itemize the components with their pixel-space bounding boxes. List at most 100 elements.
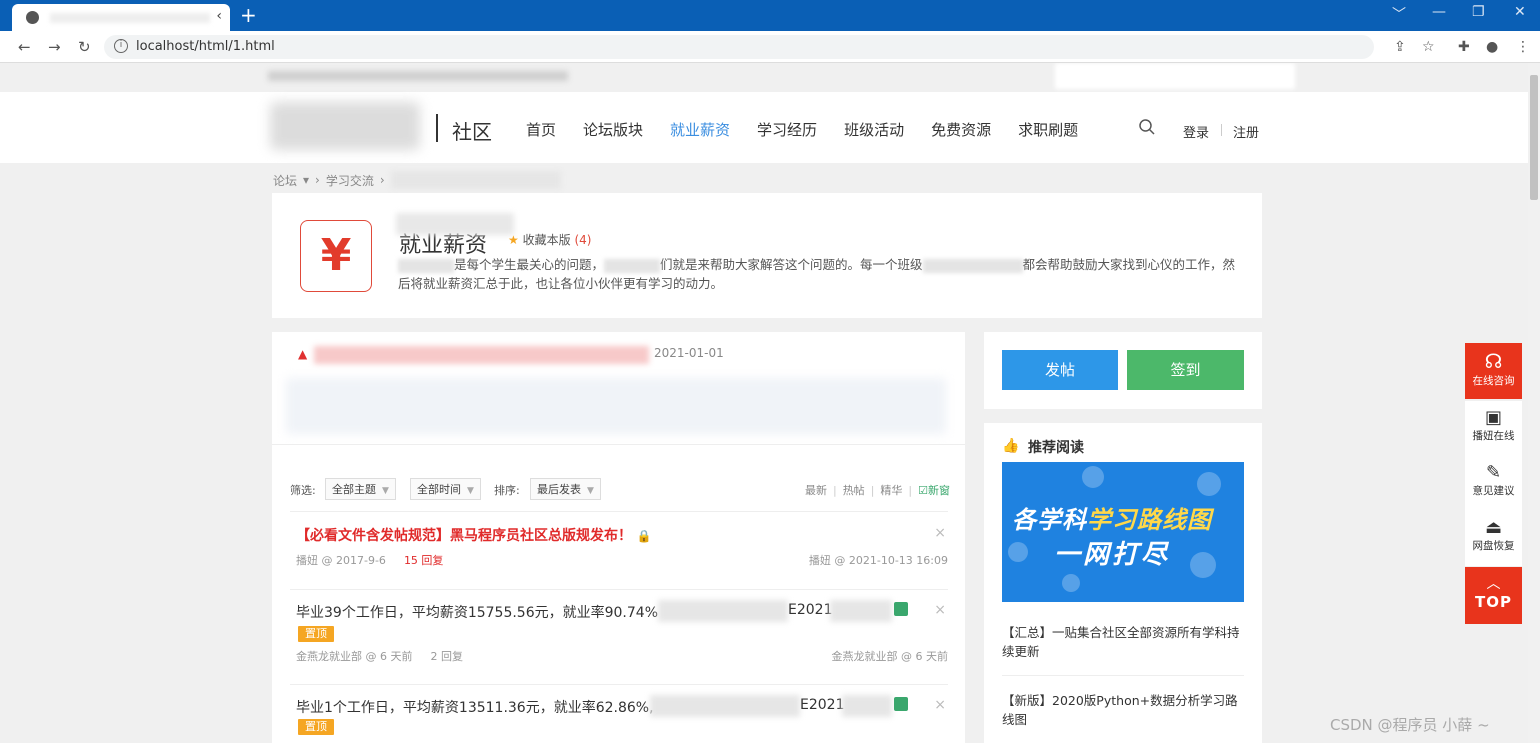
thread-last-post: 播妞 @ 2021-10-13 16:09: [808, 554, 948, 567]
notice-bar[interactable]: ▲ 2021-01-01: [298, 346, 958, 364]
desc-blurred: [922, 258, 1023, 273]
tab-title-blurred: [50, 13, 210, 23]
close-icon[interactable]: ×: [934, 525, 946, 541]
feedback-button[interactable]: ✎ 意见建议: [1465, 456, 1522, 511]
close-window-icon[interactable]: ✕: [1514, 4, 1526, 20]
back-to-top-button[interactable]: ︿ TOP: [1465, 567, 1522, 624]
thread-title-blurred: [650, 695, 800, 717]
nav-job-practice[interactable]: 求职刷题: [1018, 119, 1078, 140]
learning-roadmap-banner[interactable]: 各学科学习路线图 一网打尽: [1002, 462, 1244, 602]
minimize-icon[interactable]: —: [1432, 4, 1446, 20]
close-icon[interactable]: ×: [934, 602, 946, 618]
desc-part: 是每个学生最关心的问题，: [454, 257, 605, 272]
sort-digest[interactable]: 精华: [880, 484, 902, 497]
login-divider: [1221, 124, 1222, 136]
tab-search-icon[interactable]: ﹀: [1392, 4, 1406, 24]
desc-blurred: [398, 258, 454, 273]
search-icon[interactable]: [1138, 118, 1156, 136]
scrollbar-thumb[interactable]: [1530, 75, 1538, 200]
thread-row[interactable]: 毕业1个工作日，平均薪资13511.36元，就业率62.86%, E2021 ×…: [290, 695, 948, 743]
post-button[interactable]: 发帖: [1002, 350, 1118, 390]
notice-text-blurred: [314, 346, 649, 364]
logo-divider: [436, 114, 438, 142]
menu-icon[interactable]: ⋮: [1516, 39, 1530, 55]
tab-close-icon[interactable]: ‹: [216, 8, 222, 24]
time-select[interactable]: 全部时间 ▼: [410, 478, 481, 500]
recommended-item[interactable]: 【汇总】一贴集合社区全部资源所有学科持续更新: [1002, 623, 1244, 661]
sort-label: 排序:: [494, 484, 520, 497]
browser-tab[interactable]: ‹: [12, 4, 230, 31]
sign-in-button[interactable]: 签到: [1127, 350, 1244, 390]
thread-row[interactable]: 毕业39个工作日，平均薪资15755.56元，就业率90.74% E2021 ×…: [290, 600, 948, 685]
notice-date: 2021-01-01: [654, 346, 724, 360]
breadcrumb: 论坛 ▾ › 学习交流 ›: [273, 171, 561, 189]
feedback-label: 意见建议: [1472, 485, 1515, 497]
browser-tabstrip: ‹ + ﹀ — ❐ ✕: [0, 0, 1540, 31]
breadcrumb-forum[interactable]: 论坛: [273, 172, 297, 189]
breadcrumb-current-blurred: [390, 171, 561, 189]
bonian-online-label: 播妞在线: [1472, 430, 1515, 442]
breadcrumb-study[interactable]: 学习交流: [326, 172, 374, 189]
nav-forum-sections[interactable]: 论坛版块: [583, 119, 643, 140]
url-field[interactable]: i localhost/html/1.html: [104, 35, 1374, 59]
nav-learning-experience[interactable]: 学习经历: [757, 119, 817, 140]
close-icon[interactable]: ×: [934, 697, 946, 713]
back-icon[interactable]: ←: [18, 38, 31, 56]
favorite-forum[interactable]: ★ 收藏本版 (4): [508, 231, 591, 248]
online-consult-label: 在线咨询: [1472, 375, 1515, 387]
sort-newest[interactable]: 最新: [805, 484, 827, 497]
forward-icon[interactable]: →: [48, 38, 61, 56]
thread-title-blurred: [830, 600, 892, 622]
maximize-icon[interactable]: ❐: [1472, 4, 1485, 20]
register-link[interactable]: 注册: [1233, 122, 1259, 141]
decor-circle: [1008, 542, 1028, 562]
favorite-count: (4): [574, 233, 592, 247]
new-tab-button[interactable]: +: [240, 3, 257, 27]
theme-select[interactable]: 全部主题 ▼: [325, 478, 396, 500]
recommended-title: 推荐阅读: [1028, 440, 1084, 456]
netdisk-recover-button[interactable]: ⏏ 网盘恢复: [1465, 511, 1522, 566]
online-consult-button[interactable]: ☊ 在线咨询: [1465, 343, 1522, 399]
top-bar: [0, 63, 1528, 92]
profile-icon[interactable]: ●: [1486, 39, 1498, 55]
thread-title-blurred: [658, 600, 788, 622]
lock-icon: 🔒: [636, 529, 652, 543]
reload-icon[interactable]: ↻: [78, 38, 91, 56]
recommended-item[interactable]: 【新版】2020版Python+数据分析学习路线图: [1002, 691, 1244, 729]
action-panel: 发帖 签到: [984, 332, 1262, 409]
thread-row[interactable]: 【必看文件含发帖规范】黑马程序员社区总版规发布！ 🔒 × 播妞 @ 2017-9…: [290, 525, 948, 590]
thread-title[interactable]: 毕业39个工作日，平均薪资15755.56元，就业率90.74%: [296, 602, 658, 622]
nav-class-activities[interactable]: 班级活动: [844, 119, 904, 140]
divider: [272, 444, 965, 445]
sort-hot[interactable]: 热帖: [843, 484, 865, 497]
login-link[interactable]: 登录: [1183, 122, 1209, 141]
thread-title-text: 【必看文件含发帖规范】黑马程序员社区总版规发布！: [296, 528, 632, 544]
nav-home[interactable]: 首页: [526, 119, 556, 140]
site-header: 社区 首页 论坛版块 就业薪资 学习经历 班级活动 免费资源 求职刷题 登录 注…: [0, 92, 1528, 163]
thread-meta: 播妞 @ 2017-9-6 15 回复: [296, 552, 443, 568]
thread-title[interactable]: 毕业1个工作日，平均薪资13511.36元，就业率62.86%,: [296, 697, 654, 717]
info-icon[interactable]: i: [114, 39, 128, 53]
new-window-toggle[interactable]: 新窗: [928, 484, 950, 497]
share-icon[interactable]: ⇪: [1394, 39, 1406, 55]
nav-free-resources[interactable]: 免费资源: [931, 119, 991, 140]
address-bar: ← → ↻ i localhost/html/1.html ⇪ ☆ ✚ ● ⋮: [0, 31, 1540, 63]
top-bar-blurred-right: [1055, 63, 1295, 89]
logo[interactable]: [270, 102, 420, 150]
nav-employment-salary[interactable]: 就业薪资: [670, 119, 730, 140]
thread-title[interactable]: 【必看文件含发帖规范】黑马程序员社区总版规发布！ 🔒: [296, 525, 652, 545]
bookmark-star-icon[interactable]: ☆: [1422, 39, 1435, 55]
breadcrumb-separator-icon: ›: [315, 173, 320, 187]
yen-icon: ¥: [300, 220, 372, 292]
chevron-up-icon: ︿: [1486, 576, 1501, 592]
sort-select[interactable]: 最后发表 ▼: [530, 478, 601, 500]
headset-icon: ☊: [1484, 349, 1503, 373]
scrollbar[interactable]: [1528, 63, 1540, 743]
category-tags-blurred: [286, 378, 946, 434]
checkbox-icon[interactable]: ☑: [918, 484, 928, 497]
dropdown-arrow-icon[interactable]: ▾: [303, 173, 309, 187]
netdisk-recover-label: 网盘恢复: [1472, 540, 1515, 552]
bonian-online-button[interactable]: ▣ 播妞在线: [1465, 401, 1522, 456]
disk-icon: ⏏: [1484, 517, 1502, 538]
extensions-icon[interactable]: ✚: [1458, 39, 1470, 55]
